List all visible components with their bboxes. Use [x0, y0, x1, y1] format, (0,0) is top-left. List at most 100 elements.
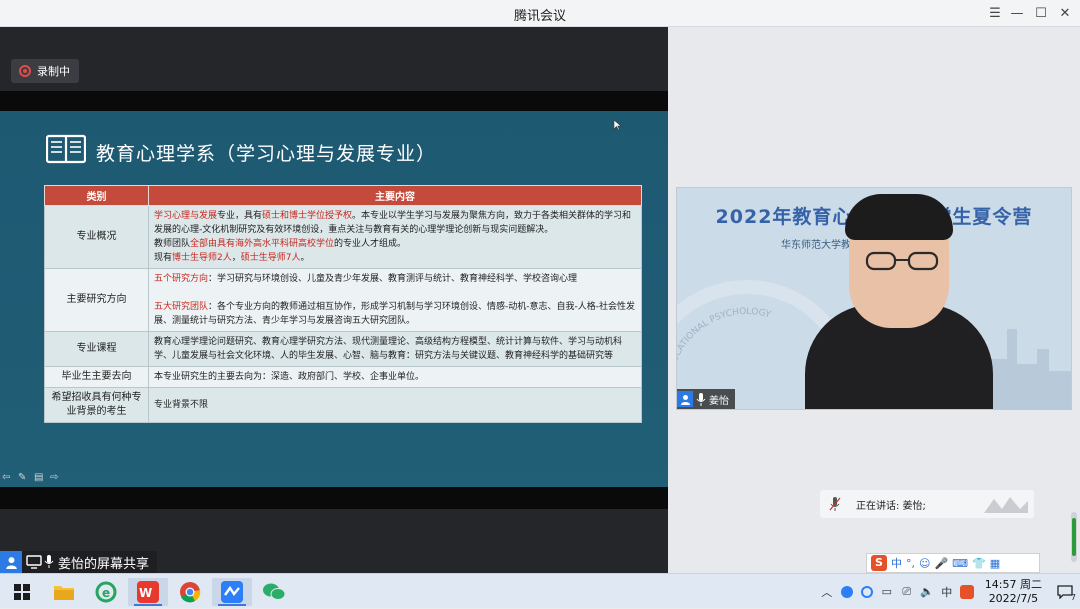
row-category: 希望招收具有何种专业背景的考生 — [44, 387, 149, 423]
speaker-mic-icon — [820, 497, 850, 511]
skin-icon[interactable]: 👕 — [972, 557, 986, 570]
table-row: 专业概况 学习心理与发展专业，具有硕士和博士学位授予权。本专业以学生学习与发展为聚… — [44, 205, 642, 269]
ime-punctuation-toggle[interactable]: °, — [906, 557, 915, 570]
recording-label: 录制中 — [37, 65, 70, 78]
chrome-icon[interactable] — [170, 578, 210, 606]
input-language-icon[interactable]: 中 — [937, 582, 957, 602]
row-category: 主要研究方向 — [44, 268, 149, 332]
tray-sync-icon[interactable] — [857, 582, 877, 602]
book-icon — [46, 134, 86, 164]
table-row: 毕业生主要去向 本专业研究生的主要去向为：深造、政府部门、学校、企事业单位。 — [44, 366, 642, 388]
highlighted-text: 五大研究团队 — [154, 302, 209, 312]
mouse-cursor-icon — [614, 120, 622, 130]
content-text: ：各个专业方向的教师通过相互协作，形成学习机制与学习环境创设、情感-动机-意志、… — [154, 302, 636, 326]
slide-letterbox-bottom — [0, 487, 668, 509]
ime-mode-toggle[interactable]: 中 — [891, 555, 902, 571]
system-tray: ︿ ▭ ⎚ 🔈 中 14:57 周二 2022/7/5 7 — [817, 574, 1080, 609]
toolbox-icon[interactable]: ▦ — [990, 557, 1000, 570]
content-text: 。 — [300, 253, 310, 263]
slide-letterbox-top — [0, 91, 668, 111]
tencent-meeting-icon[interactable] — [212, 578, 252, 606]
content-text: ， — [231, 253, 241, 263]
sogou-logo-icon[interactable]: S — [871, 555, 887, 571]
tray-sogou-icon[interactable] — [957, 582, 977, 602]
table-row: 主要研究方向 五个研究方向：学习研究与环境创设、儿童及青少年发展、教育测评与统计、… — [44, 268, 642, 332]
taskbar-clock[interactable]: 14:57 周二 2022/7/5 — [985, 578, 1042, 606]
clock-date: 2022/7/5 — [988, 591, 1039, 605]
tray-app-icon[interactable] — [837, 582, 857, 602]
windows-taskbar: e W ︿ ▭ ⎚ 🔈 中 14:57 周二 2022/7/5 7 — [0, 573, 1080, 608]
program-info-table: 类别 主要内容 专业概况 学习心理与发展专业，具有硕士和博士学位授予权。本专业以学… — [44, 185, 642, 423]
pen-icon[interactable]: ✎ — [18, 472, 32, 484]
screen-share-label-bar[interactable]: 姜怡的屏幕共享 — [0, 551, 158, 573]
audio-level-indicator — [1071, 512, 1077, 562]
content-text: 教师团队 — [154, 239, 191, 249]
next-arrow-icon[interactable]: ⇨ — [50, 472, 64, 484]
ie-browser-icon[interactable]: e — [86, 578, 126, 606]
highlighted-text: 学习心理与发展 — [154, 211, 218, 221]
wechat-icon[interactable] — [254, 578, 294, 606]
menu-icon[interactable]: ▤ — [34, 472, 48, 484]
tray-expand-icon[interactable]: ︿ — [817, 582, 837, 602]
table-row: 希望招收具有何种专业背景的考生 专业背景不限 — [44, 387, 642, 423]
prev-arrow-icon[interactable]: ⇦ — [2, 472, 16, 484]
participant-name: 姜怡 — [709, 395, 729, 407]
notification-count: 7 — [1070, 592, 1076, 602]
emoji-icon[interactable]: ☺ — [919, 557, 930, 570]
participant-video-tile[interactable]: 2022年教育心理学系大学生夏令营 华东师范大学教育心理学系 OF EDUCAT… — [676, 187, 1072, 410]
content-text: 本专业研究生的主要去向为：深造、政府部门、学校、企事业单位。 — [154, 372, 425, 382]
tray-network-icon[interactable]: ⎚ — [897, 582, 917, 602]
video-name-tag: 姜怡 — [677, 389, 735, 409]
notification-center-icon[interactable]: 7 — [1050, 582, 1080, 602]
speaking-label: 正在讲话: 姜怡; — [856, 500, 926, 512]
file-explorer-icon[interactable] — [44, 578, 84, 606]
voice-input-icon[interactable]: 🎤 — [934, 557, 948, 570]
wps-office-icon[interactable]: W — [128, 578, 168, 606]
clock-time: 14:57 周二 — [984, 577, 1042, 591]
row-category: 毕业生主要去向 — [44, 366, 149, 388]
speaker-avatar-icon — [984, 497, 1028, 513]
share-mic-icon — [44, 555, 54, 568]
window-title: 腾讯会议 — [513, 9, 566, 24]
windows-start-icon[interactable] — [2, 578, 42, 606]
row-content: 学习心理与发展专业，具有硕士和博士学位授予权。本专业以学生学习与发展为聚焦方向，… — [148, 205, 642, 269]
seal-text: OF EDUCATIONAL PSYCHOLOGY — [677, 307, 772, 390]
header-category: 类别 — [44, 185, 149, 206]
slide-tools: ⇦ ✎ ▤ ⇨ — [2, 472, 64, 484]
row-content: 专业背景不限 — [148, 387, 642, 423]
header-content: 主要内容 — [148, 185, 642, 206]
svg-text:OF EDUCATIONAL PSYCHOLOGY: OF EDUCATIONAL PSYCHOLOGY — [676, 307, 772, 390]
volume-icon[interactable]: 🔈 — [917, 582, 937, 602]
window-titlebar: 腾讯会议 ☰ — ☐ ✕ — [0, 0, 1080, 27]
person-icon — [677, 391, 693, 407]
slide-title: 教育心理学系（学习心理与发展专业） — [96, 143, 437, 165]
highlighted-text: 博士生导师2人 — [172, 253, 232, 263]
ime-toolbar[interactable]: S 中 °, ☺ 🎤 ⌨ 👕 ▦ — [866, 553, 1040, 573]
highlighted-text: 硕士生导师7人 — [240, 253, 301, 263]
content-text: 的专业人才组成。 — [334, 239, 407, 249]
screen-share-icon — [26, 555, 42, 569]
content-text: 现有 — [154, 253, 173, 263]
record-icon — [19, 65, 31, 77]
share-person-icon — [0, 551, 22, 573]
svg-text:e: e — [102, 586, 110, 600]
svg-text:W: W — [139, 586, 152, 600]
content-text: ：学习研究与环境创设、儿童及青少年发展、教育测评与统计、教育神经科学、学校咨询心… — [208, 274, 578, 284]
content-text: 教育心理学理论问题研究、教育心理学研究方法、现代测量理论、高级结构方程模型、统计… — [154, 337, 623, 361]
row-content: 五个研究方向：学习研究与环境创设、儿童及青少年发展、教育测评与统计、教育神经科学… — [148, 268, 642, 332]
row-category: 专业概况 — [44, 205, 149, 269]
recording-indicator[interactable]: 录制中 — [11, 59, 79, 83]
content-text: 专业背景不限 — [154, 400, 209, 410]
table-row: 专业课程 教育心理学理论问题研究、教育心理学研究方法、现代测量理论、高级结构方程模… — [44, 331, 642, 367]
glasses-graphic — [865, 251, 939, 271]
participant-hair — [845, 194, 953, 240]
close-button[interactable]: ✕ — [1050, 0, 1080, 27]
row-category: 专业课程 — [44, 331, 149, 367]
tray-battery-icon[interactable]: ▭ — [877, 582, 897, 602]
highlighted-text: 全部由具有海外高水平科研高校学位 — [190, 239, 335, 249]
highlighted-text: 硕士和博士学位授予权 — [262, 211, 353, 221]
presentation-slide: 教育心理学系（学习心理与发展专业） 类别 主要内容 专业概况 学习心理与发展专业，… — [0, 111, 668, 487]
speaking-indicator: 正在讲话: 姜怡; — [820, 490, 1034, 518]
keyboard-icon[interactable]: ⌨ — [952, 557, 968, 570]
microphone-icon — [696, 392, 706, 406]
